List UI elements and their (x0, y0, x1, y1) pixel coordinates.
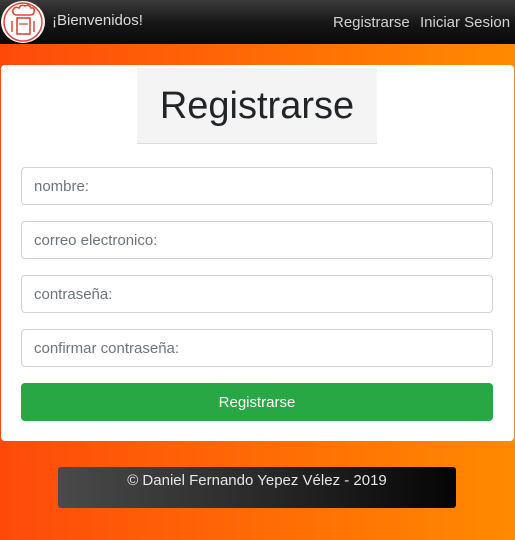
footer-copyright: © Daniel Fernando Yepez Vélez - 2019 (127, 472, 387, 489)
confirm-password-field[interactable] (21, 329, 493, 367)
email-field[interactable] (21, 221, 493, 259)
navbar: ¡Bienvenidos! Registrarse Iniciar Sesion (0, 0, 515, 44)
title-box: Registrarse (137, 68, 377, 144)
register-card: Registrarse Registrarse (1, 65, 514, 441)
footer: © Daniel Fernando Yepez Vélez - 2019 (58, 467, 456, 508)
nav-register-link[interactable]: Registrarse (333, 14, 410, 31)
name-field[interactable] (21, 167, 493, 205)
chef-logo-icon[interactable] (1, 1, 45, 43)
nav-login-link[interactable]: Iniciar Sesion (420, 14, 510, 31)
page-title: Registrarse (159, 85, 355, 127)
password-field[interactable] (21, 275, 493, 313)
register-submit-button[interactable]: Registrarse (21, 383, 493, 421)
brand-welcome[interactable]: ¡Bienvenidos! (52, 12, 143, 29)
